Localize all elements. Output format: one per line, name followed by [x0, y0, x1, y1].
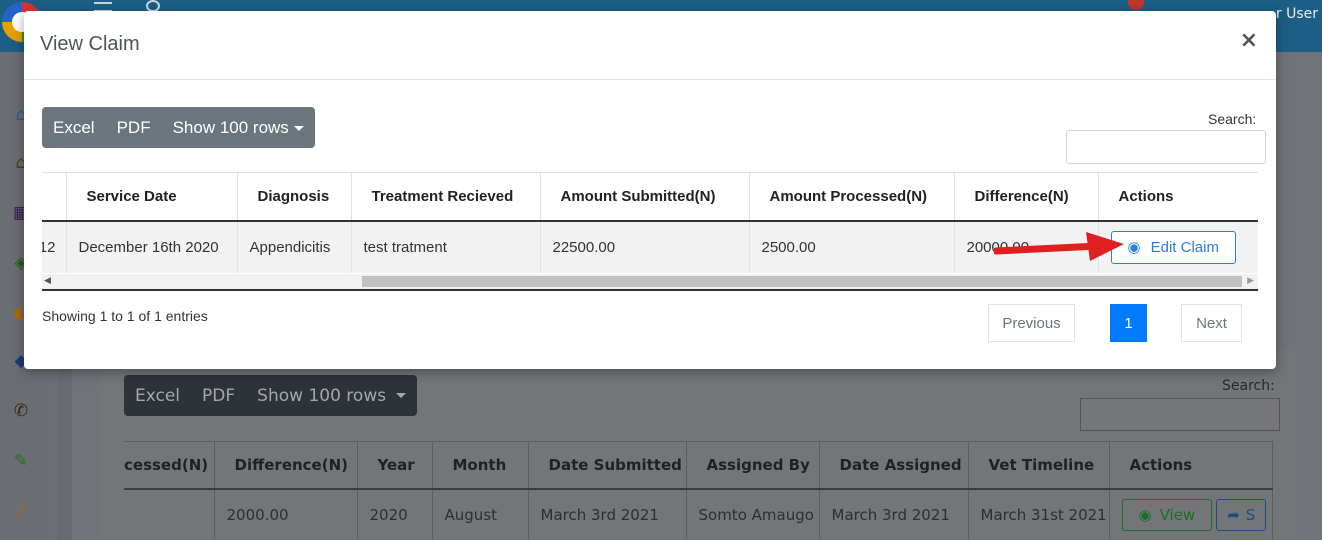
brush-icon[interactable]: ✎ [10, 450, 32, 472]
col-difference[interactable]: Difference(N) [954, 172, 1099, 222]
bg-view-button[interactable]: ◉ View [1121, 499, 1213, 531]
phone-icon[interactable]: ✆ [10, 400, 32, 422]
view-claim-modal: View Claim × Excel PDF Show 100 rows Sea… [24, 11, 1276, 369]
cell-amount-processed: 2500.00 [749, 220, 955, 273]
col-service-date[interactable]: Service Date [66, 172, 238, 222]
show-rows-button[interactable]: Show 100 rows [162, 118, 315, 138]
scroll-right-icon[interactable]: ▶ [1247, 276, 1254, 286]
col-diagnosis[interactable]: Diagnosis [237, 172, 352, 222]
horizontal-scrollbar[interactable]: ◀ ▶ [42, 274, 1258, 291]
col-treatment[interactable]: Treatment Recieved [351, 172, 541, 222]
export-button-group: Excel PDF Show 100 rows [42, 107, 315, 148]
bg-cell-assigned-by: Somto Amaugo [686, 488, 820, 540]
scrollbar-thumb[interactable] [362, 276, 1242, 287]
bg-col-processed[interactable]: cessed(N) [124, 441, 215, 490]
bg-cell-date-submitted: March 3rd 2021 [528, 488, 687, 540]
cell-diagnosis: Appendicitis [237, 220, 352, 273]
bg-col-assigned-by[interactable]: Assigned By [686, 441, 820, 490]
eye-icon: ◉ [1127, 239, 1141, 256]
bg-search-label: Search: [1222, 378, 1275, 394]
pagination-next[interactable]: Next [1181, 304, 1242, 342]
close-icon[interactable]: × [1240, 30, 1258, 52]
col-actions[interactable]: Actions [1098, 172, 1258, 222]
table-info: Showing 1 to 1 of 1 entries [42, 308, 208, 324]
bg-table-row: 2000.00 2020 August March 3rd 2021 Somto… [124, 488, 1273, 540]
caret-down-icon [293, 125, 304, 131]
bg-search-input[interactable] [1080, 398, 1280, 431]
bg-cell-month: August [432, 488, 529, 540]
eye-icon: ◉ [1138, 506, 1152, 524]
bg-cell-processed [124, 488, 215, 540]
bg-export-buttons: Excel PDF Show 100 rows [124, 375, 418, 416]
bg-col-date-submitted[interactable]: Date Submitted [528, 441, 687, 490]
search-label: Search: [1208, 111, 1257, 127]
modal-title: View Claim [40, 33, 140, 55]
caret-down-icon [396, 393, 407, 398]
show-rows-label: Show 100 rows [172, 117, 289, 137]
pdf-button[interactable]: PDF [106, 118, 162, 138]
bg-col-date-assigned[interactable]: Date Assigned [819, 441, 969, 490]
excel-button[interactable]: Excel [42, 118, 106, 138]
modal-header: View Claim × [24, 11, 1276, 80]
cell-id: 12 [42, 220, 67, 273]
bg-col-difference[interactable]: Difference(N) [214, 441, 358, 490]
col-amount-submitted[interactable]: Amount Submitted(N) [540, 172, 750, 222]
search-input[interactable] [1066, 130, 1266, 164]
bg-cell-date-assigned: March 3rd 2021 [819, 488, 969, 540]
share-icon: ➦ [1227, 506, 1240, 524]
col-id[interactable] [42, 172, 67, 222]
chart-icon[interactable]: ⟋ [10, 500, 32, 522]
bg-share-label: S [1245, 506, 1256, 524]
bg-col-vet-timeline[interactable]: Vet Timeline [968, 441, 1110, 490]
bg-show-rows-label: Show 100 rows [257, 385, 387, 406]
col-amount-processed[interactable]: Amount Processed(N) [749, 172, 955, 222]
bg-cell-year: 2020 [357, 488, 433, 540]
bg-cell-vet-timeline: March 31st 2021 [968, 488, 1110, 540]
annotation-arrow-icon [994, 232, 1124, 261]
bg-excel-button[interactable]: Excel [124, 386, 191, 406]
edit-claim-button[interactable]: ◉ Edit Claim [1110, 230, 1236, 264]
notification-badge[interactable] [1128, 0, 1144, 10]
bg-claims-table: cessed(N) Difference(N) Year Month Date … [124, 441, 1273, 540]
bg-col-actions[interactable]: Actions [1109, 441, 1273, 490]
cell-treatment: test tratment [351, 220, 541, 273]
cell-service-date: December 16th 2020 [66, 220, 238, 273]
bg-share-button[interactable]: ➦ S [1216, 499, 1267, 531]
bg-show-rows-button[interactable]: Show 100 rows [246, 386, 417, 406]
bg-cell-difference: 2000.00 [214, 488, 358, 540]
edit-claim-label: Edit Claim [1150, 238, 1219, 256]
bg-col-month[interactable]: Month [432, 441, 529, 490]
pagination-page-1[interactable]: 1 [1110, 304, 1147, 342]
pagination-previous[interactable]: Previous [988, 304, 1075, 342]
bg-pdf-button[interactable]: PDF [191, 386, 246, 406]
scroll-left-icon[interactable]: ◀ [44, 276, 51, 286]
bg-cell-actions: ◉ View ➦ S [1109, 488, 1273, 540]
user-name[interactable]: r User [1276, 6, 1318, 22]
cell-amount-submitted: 22500.00 [540, 220, 750, 273]
bg-view-label: View [1159, 506, 1196, 524]
bg-col-year[interactable]: Year [357, 441, 433, 490]
